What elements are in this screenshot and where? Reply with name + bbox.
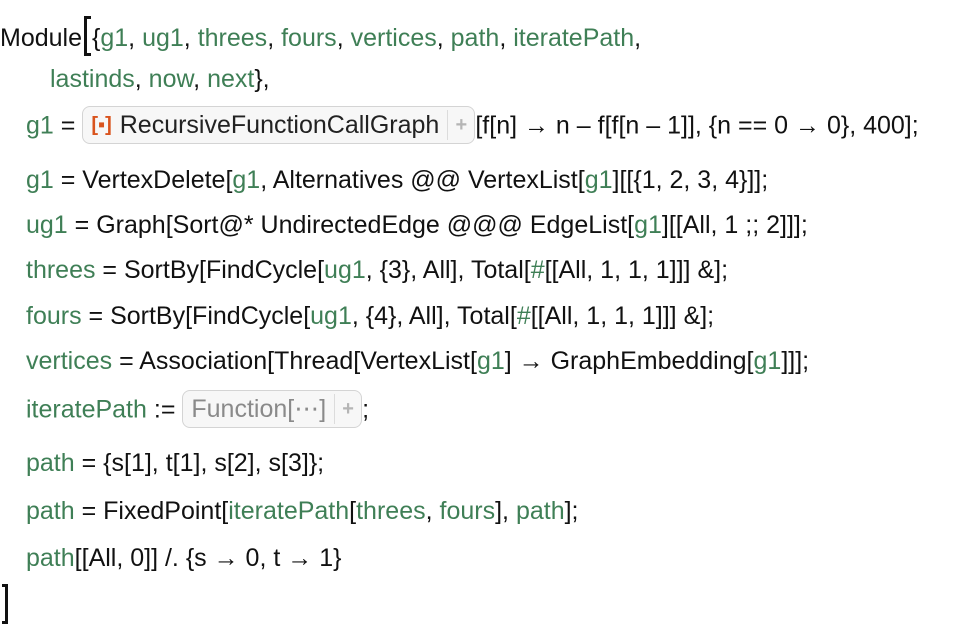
- iconized-function-label: Function[⋯]: [191, 395, 327, 423]
- module-line-1: Module {g1, ug1, threes, fours, vertices,…: [0, 16, 641, 56]
- code-line-fours: fours = SortBy[FindCycle[ug1, {4}, All],…: [26, 302, 715, 330]
- var-path: path: [26, 497, 75, 525]
- code-line-g1-definition: g1 = [▪] RecursiveFunctionCallGraph + [f…: [26, 106, 919, 144]
- code-line-ug1: ug1 = Graph[Sort@* UndirectedEdge @@@ Ed…: [26, 211, 808, 239]
- code-line-vertex-delete: g1 = VertexDelete[g1, Alternatives @@ Ve…: [26, 166, 769, 194]
- local-var-path: path: [450, 24, 500, 52]
- iconized-label: RecursiveFunctionCallGraph: [119, 111, 440, 139]
- code-line-path-fixedpoint: path = FixedPoint[iteratePath[threes, fo…: [26, 497, 579, 525]
- slot-symbol: #: [530, 256, 545, 284]
- local-var-now: now: [148, 65, 194, 93]
- module-close-bracket: [2, 584, 8, 624]
- var-iteratePath: iteratePath: [26, 395, 147, 424]
- expand-plus-icon[interactable]: +: [335, 392, 361, 426]
- expand-plus-icon[interactable]: +: [448, 108, 474, 142]
- var-fours: fours: [26, 302, 82, 330]
- var-g1: g1: [26, 111, 54, 140]
- var-path: path: [26, 449, 75, 477]
- var-g1: g1: [26, 166, 54, 194]
- var-vertices: vertices: [26, 347, 113, 375]
- module-open-bracket: [84, 16, 91, 56]
- local-var-ug1: ug1: [142, 24, 184, 52]
- module-head: Module: [0, 24, 82, 52]
- code-line-path-result: path[[All, 0]] /. {s → 0, t → 1}: [26, 544, 342, 572]
- module-line-2: lastinds, now, next},: [50, 65, 270, 93]
- code-line-iterate-path: iteratePath := Function[⋯] + ;: [26, 390, 369, 428]
- iconized-recursive-function-call-graph[interactable]: [▪] RecursiveFunctionCallGraph +: [82, 106, 476, 144]
- delayed-assign-op: :=: [146, 395, 183, 424]
- var-ug1: ug1: [26, 211, 68, 239]
- var-threes: threes: [26, 256, 96, 284]
- slot-symbol: #: [516, 302, 531, 330]
- local-var-threes: threes: [197, 24, 268, 52]
- resource-function-icon: [▪]: [91, 114, 112, 136]
- iconized-function[interactable]: Function[⋯] +: [182, 390, 363, 428]
- local-var-next: next: [207, 65, 255, 93]
- assign-op: =: [60, 111, 76, 140]
- local-var-vertices: vertices: [350, 24, 437, 52]
- local-var-g1: g1: [100, 24, 129, 52]
- local-var-iteratePath: iteratePath: [513, 24, 635, 52]
- code-line-vertices: vertices = Association[Thread[VertexList…: [26, 347, 810, 375]
- local-var-lastinds: lastinds: [50, 65, 135, 93]
- var-path: path: [26, 544, 75, 572]
- code-line-path-init: path = {s[1], t[1], s[2], s[3]};: [26, 449, 325, 477]
- g1-args: f[n] → n – f[f[n – 1]], {n == 0 → 0}, 40…: [482, 111, 919, 140]
- code-line-threes: threes = SortBy[FindCycle[ug1, {3}, All]…: [26, 256, 729, 284]
- local-var-fours: fours: [281, 24, 337, 52]
